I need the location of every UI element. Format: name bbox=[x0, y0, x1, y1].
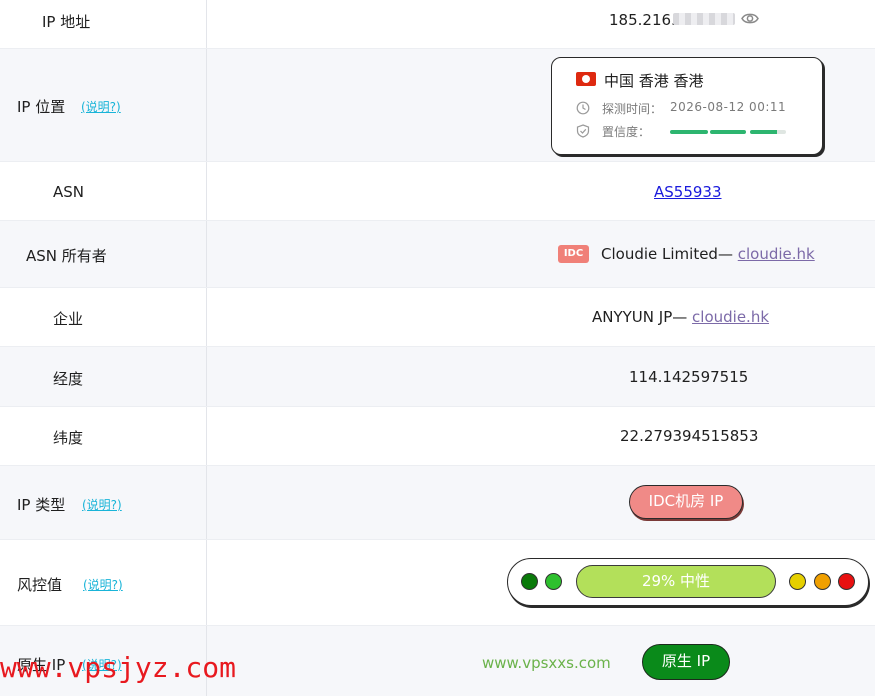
ip-redacted-mask bbox=[673, 13, 735, 25]
risk-dot-yellow bbox=[789, 573, 806, 590]
ip-type-pill: IDC机房 IP bbox=[629, 485, 743, 519]
detect-time-value: 2026-08-12 00:11 bbox=[670, 100, 787, 114]
explain-link[interactable]: (说明?) bbox=[81, 98, 121, 115]
value-cell: 185.216. bbox=[208, 0, 875, 48]
row-enterprise: 企业 ANYYUN JP— cloudie.hk bbox=[0, 288, 875, 347]
row-ip-location: IP 位置 (说明?) 中国 香港 香港 探测时间： 2026-08-12 00… bbox=[0, 49, 875, 162]
watermark-red: www.vpsjyz.com bbox=[0, 651, 237, 684]
label-cell: IP 地址 bbox=[0, 0, 207, 48]
risk-dot-orange bbox=[814, 573, 831, 590]
row-longitude: 经度 114.142597515 bbox=[0, 347, 875, 407]
asn-label: ASN bbox=[53, 183, 85, 201]
eye-icon[interactable] bbox=[741, 12, 759, 25]
value-cell: IDC Cloudie Limited— cloudie.hk bbox=[208, 221, 875, 287]
row-ip-type: IP 类型 (说明?) IDC机房 IP bbox=[0, 466, 875, 540]
label-cell: IP 类型 (说明?) bbox=[0, 466, 207, 539]
asn-link[interactable]: AS55933 bbox=[654, 183, 722, 201]
location-city: 中国 香港 香港 bbox=[604, 72, 704, 90]
latitude-label: 纬度 bbox=[53, 429, 84, 447]
label-cell: ASN bbox=[0, 162, 207, 220]
risk-meter: 29% 中性 bbox=[507, 558, 869, 606]
ip-location-label: IP 位置 bbox=[17, 98, 66, 116]
row-latitude: 纬度 22.279394515853 bbox=[0, 407, 875, 466]
value-cell: ANYYUN JP— cloudie.hk bbox=[208, 288, 875, 346]
confidence-segment bbox=[750, 130, 786, 134]
clock-icon bbox=[576, 101, 590, 115]
longitude-label: 经度 bbox=[53, 370, 84, 388]
row-asn: ASN AS55933 bbox=[0, 162, 875, 221]
asn-owner-label: ASN 所有者 bbox=[26, 247, 107, 265]
confidence-label: 置信度： bbox=[602, 125, 651, 139]
risk-label: 风控值 bbox=[17, 576, 63, 594]
hk-flag-icon bbox=[576, 72, 596, 86]
value-cell: 22.279394515853 bbox=[208, 407, 875, 465]
value-cell: IDC机房 IP bbox=[208, 466, 875, 539]
ip-address-label: IP 地址 bbox=[42, 13, 91, 31]
detect-time-label: 探测时间： bbox=[602, 102, 663, 116]
label-cell: 风控值 (说明?) bbox=[0, 540, 207, 625]
ip-info-table: IP 地址 185.216. IP 位置 (说明?) 中国 香港 香港 探测时间… bbox=[0, 0, 875, 696]
enterprise-label: 企业 bbox=[53, 310, 84, 328]
ip-type-label: IP 类型 bbox=[17, 496, 66, 514]
row-ip-address: IP 地址 185.216. bbox=[0, 0, 875, 49]
enterprise-domain-link[interactable]: cloudie.hk bbox=[692, 308, 769, 326]
risk-dot-dark-green bbox=[521, 573, 538, 590]
enterprise-org: ANYYUN JP— bbox=[592, 308, 688, 326]
native-ip-pill: 原生 IP bbox=[642, 644, 730, 680]
asn-owner-domain-link[interactable]: cloudie.hk bbox=[738, 245, 815, 263]
label-cell: ASN 所有者 bbox=[0, 221, 207, 287]
label-cell: 经度 bbox=[0, 347, 207, 406]
value-cell: 29% 中性 bbox=[208, 540, 875, 625]
label-cell: 企业 bbox=[0, 288, 207, 346]
latitude-value: 22.279394515853 bbox=[620, 427, 759, 445]
row-risk-score: 风控值 (说明?) 29% 中性 bbox=[0, 540, 875, 626]
longitude-value: 114.142597515 bbox=[629, 368, 749, 386]
shield-check-icon bbox=[576, 124, 590, 138]
label-cell: 纬度 bbox=[0, 407, 207, 465]
label-cell: IP 位置 (说明?) bbox=[0, 49, 207, 161]
ip-address-value: 185.216. bbox=[609, 11, 676, 29]
explain-link[interactable]: (说明?) bbox=[83, 576, 123, 593]
value-cell: AS55933 bbox=[208, 162, 875, 220]
asn-owner-name: Cloudie Limited— cloudie.hk bbox=[601, 245, 815, 263]
row-asn-owner: ASN 所有者 IDC Cloudie Limited— cloudie.hk bbox=[0, 221, 875, 288]
risk-dot-red bbox=[838, 573, 855, 590]
value-cell: 中国 香港 香港 探测时间： 2026-08-12 00:11 置信度： bbox=[208, 49, 875, 161]
value-cell: 114.142597515 bbox=[208, 347, 875, 406]
enterprise-name: ANYYUN JP— cloudie.hk bbox=[592, 308, 769, 326]
risk-bar: 29% 中性 bbox=[576, 565, 776, 598]
asn-owner-org: Cloudie Limited— bbox=[601, 245, 733, 263]
risk-dot-green bbox=[545, 573, 562, 590]
explain-link[interactable]: (说明?) bbox=[82, 496, 122, 513]
location-card: 中国 香港 香港 探测时间： 2026-08-12 00:11 置信度： bbox=[551, 57, 823, 155]
watermark-green: www.vpsxxs.com bbox=[482, 654, 611, 672]
confidence-segment bbox=[670, 130, 708, 134]
confidence-segment bbox=[710, 130, 746, 134]
idc-badge: IDC bbox=[558, 245, 589, 263]
